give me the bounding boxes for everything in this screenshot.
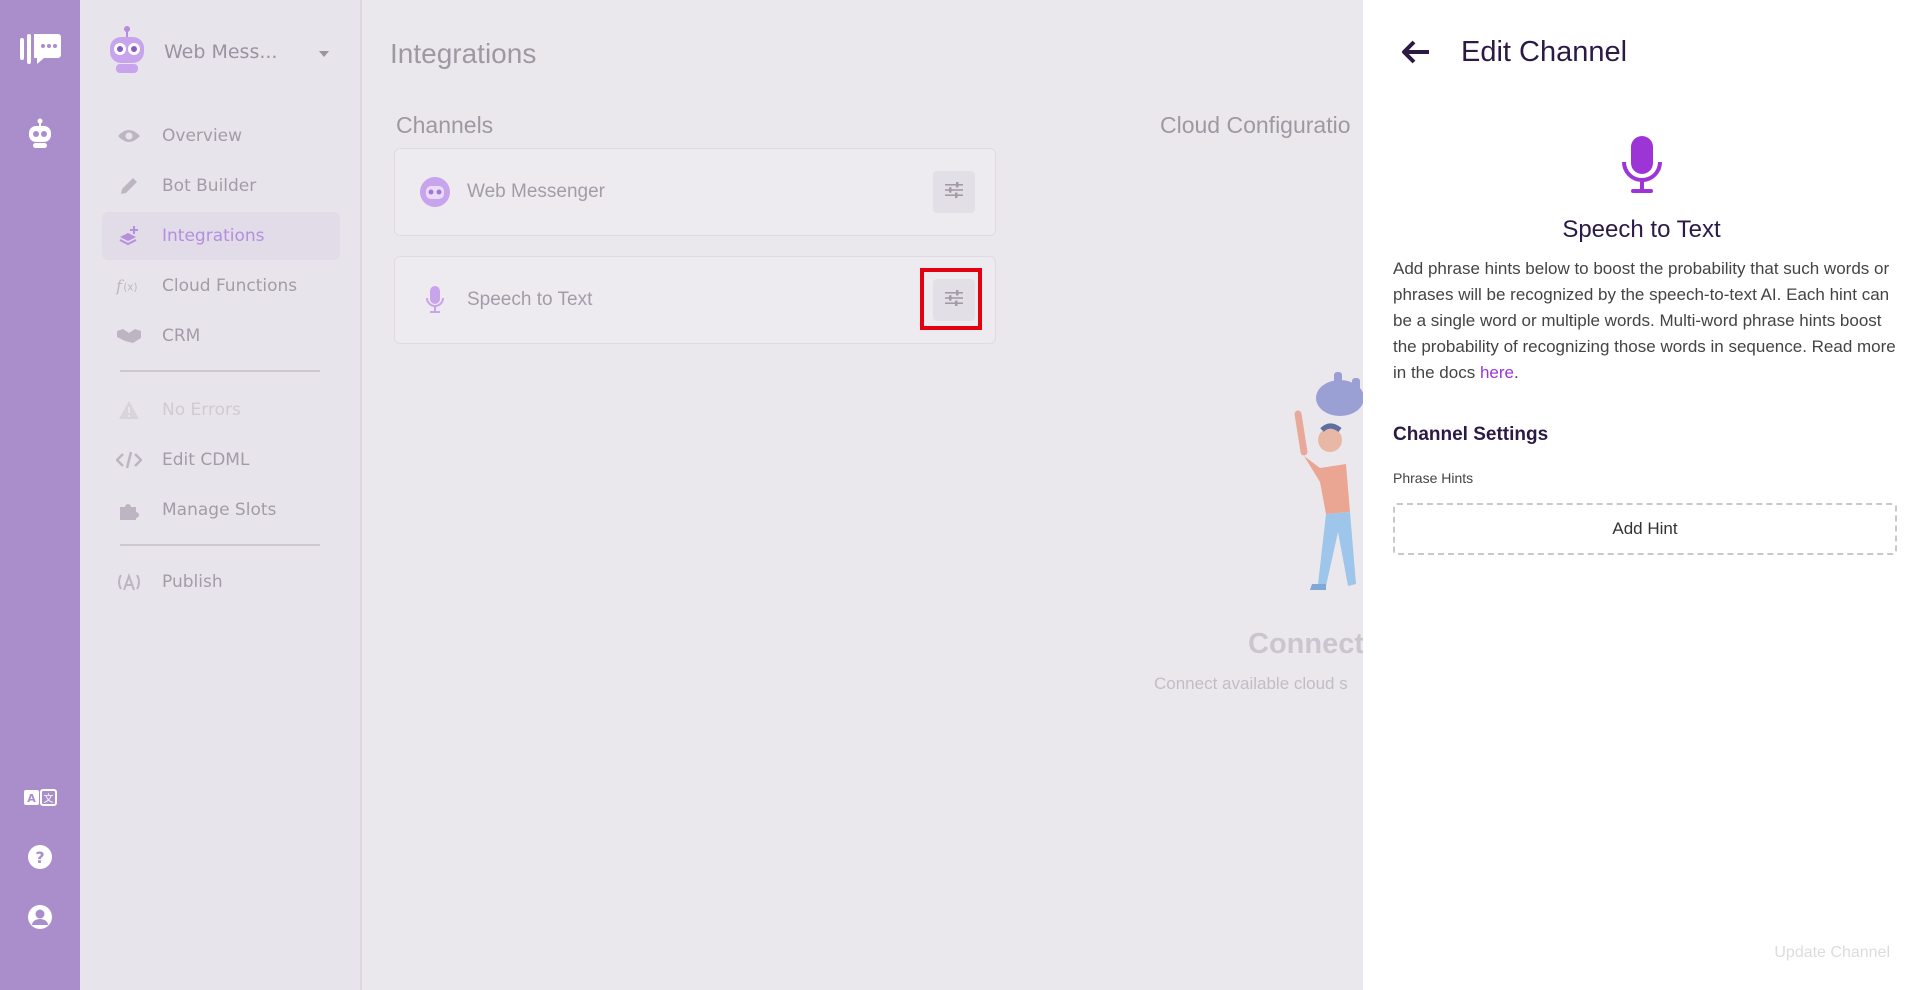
bot-selector[interactable]: Web Mess... [102, 26, 330, 78]
channel-settings-title: Channel Settings [1393, 424, 1549, 445]
edit-channel-drawer: Edit Channel Speech to Text Add phrase h… [1363, 0, 1920, 990]
update-channel-button[interactable]: Update Channel [1774, 944, 1890, 962]
sidebar-item-label: Publish [162, 572, 223, 592]
svg-text:文: 文 [44, 792, 54, 805]
empty-state-subtitle: Connect available cloud s [1154, 674, 1348, 693]
sidebar-item-edit-cdml[interactable]: Edit CDML [102, 436, 340, 484]
bot-icon[interactable] [0, 118, 80, 150]
sidebar-divider [120, 370, 320, 372]
sidebar-item-manage-slots[interactable]: Manage Slots [102, 486, 340, 534]
svg-text:A: A [27, 792, 36, 805]
channel-label: Web Messenger [467, 181, 605, 202]
sidebar-item-cloud-functions[interactable]: f (x) Cloud Functions [102, 262, 340, 310]
chat-logo-icon[interactable] [0, 30, 80, 68]
docs-link[interactable]: here [1480, 363, 1514, 382]
help-icon[interactable]: ? [0, 844, 80, 870]
translate-icon[interactable]: A 文 [0, 788, 80, 808]
bot-name: Web Mess... [164, 41, 278, 63]
channel-settings-button[interactable] [933, 171, 975, 213]
sidebar-item-label: Cloud Functions [162, 276, 298, 296]
chevron-down-icon [318, 43, 330, 62]
add-hint-button[interactable]: Add Hint [1393, 503, 1897, 555]
layers-plus-icon [116, 225, 142, 247]
plug-illustration [1290, 372, 1364, 606]
sidebar-item-label: Overview [162, 126, 243, 146]
main-content: Integrations Channels Cloud Configuratio… [364, 0, 1364, 990]
sidebar-item-publish[interactable]: Publish [102, 558, 340, 606]
handshake-icon [116, 327, 142, 345]
broadcast-icon [116, 572, 142, 592]
eye-icon [116, 128, 142, 144]
sliders-icon [944, 182, 964, 202]
service-description: Add phrase hints below to boost the prob… [1393, 259, 1896, 382]
pencil-icon [116, 175, 142, 197]
microphone-icon [1620, 134, 1664, 200]
drawer-title: Edit Channel [1461, 36, 1628, 68]
sidebar-divider [120, 544, 320, 546]
sidebar-item-label: Integrations [162, 226, 265, 246]
sidebar: Web Mess... Overview Bot Builder Integra… [80, 0, 362, 990]
channel-card-web-messenger: Web Messenger [394, 148, 996, 236]
app-rail: A 文 ? [0, 0, 80, 990]
svg-text:?: ? [35, 848, 44, 867]
microphone-icon [419, 284, 451, 316]
sidebar-item-label: CRM [162, 326, 201, 346]
empty-state-title: Connect [1248, 628, 1364, 660]
sidebar-item-label: No Errors [162, 400, 241, 420]
warning-icon [116, 400, 142, 420]
channel-label: Speech to Text [467, 289, 593, 310]
description-text: Add phrase hints below to boost the prob… [1393, 259, 1896, 382]
sidebar-item-bot-builder[interactable]: Bot Builder [102, 162, 340, 210]
sidebar-item-no-errors: No Errors [102, 386, 340, 434]
phrase-hints-label: Phrase Hints [1393, 470, 1474, 486]
bot-face-icon [419, 176, 451, 208]
page-title: Integrations [390, 38, 537, 69]
svg-text:(x): (x) [123, 283, 137, 294]
code-icon [116, 451, 142, 469]
sidebar-item-label: Bot Builder [162, 176, 257, 196]
account-icon[interactable] [0, 904, 80, 930]
sidebar-item-crm[interactable]: CRM [102, 312, 340, 360]
sidebar-item-integrations[interactable]: Integrations [102, 212, 340, 260]
channels-title: Channels [396, 112, 494, 138]
highlight-box [920, 268, 982, 330]
sidebar-item-overview[interactable]: Overview [102, 112, 340, 160]
sidebar-item-label: Edit CDML [162, 450, 250, 470]
sidebar-item-label: Manage Slots [162, 500, 277, 520]
channel-card-speech-to-text: Speech to Text [394, 256, 996, 344]
puzzle-icon [116, 499, 142, 521]
function-icon: f (x) [116, 275, 142, 297]
service-name: Speech to Text [1562, 216, 1721, 243]
back-arrow-icon[interactable] [1401, 40, 1431, 68]
cloud-config-title: Cloud Configuratio [1160, 112, 1351, 138]
bot-avatar-icon [102, 25, 152, 79]
